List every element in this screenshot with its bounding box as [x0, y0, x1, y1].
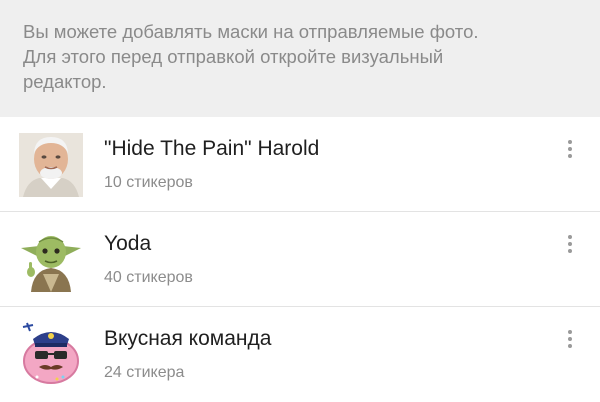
- masks-info-text: Вы можете добавлять маски на отправляемы…: [23, 21, 479, 92]
- sticker-pack-item[interactable]: Вкусная команда 24 стикера: [0, 307, 600, 402]
- sticker-pack-list: "Hide The Pain" Harold 10 стикеров Yoda …: [0, 117, 600, 402]
- masks-info-banner: Вы можете добавлять маски на отправляемы…: [0, 0, 600, 117]
- more-options-icon[interactable]: [558, 228, 582, 260]
- sticker-pack-item[interactable]: "Hide The Pain" Harold 10 стикеров: [0, 117, 600, 212]
- sticker-pack-count: 40 стикеров: [104, 269, 193, 286]
- yoda-icon: [17, 224, 85, 294]
- sticker-pack-count: 10 стикеров: [104, 174, 193, 191]
- harold-face-icon: [17, 129, 85, 199]
- sticker-pack-title: Вкусная команда: [104, 327, 272, 350]
- more-options-icon[interactable]: [558, 323, 582, 355]
- sticker-pack-item[interactable]: Yoda 40 стикеров: [0, 212, 600, 307]
- sticker-pack-title: Yoda: [104, 232, 152, 255]
- sticker-pack-count: 24 стикера: [104, 364, 185, 381]
- more-options-icon[interactable]: [558, 133, 582, 165]
- sticker-pack-title: "Hide The Pain" Harold: [104, 137, 320, 160]
- donut-police-icon: [17, 319, 85, 389]
